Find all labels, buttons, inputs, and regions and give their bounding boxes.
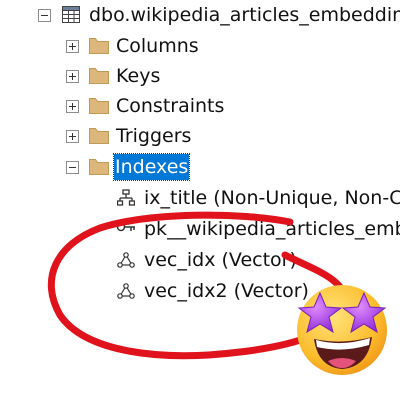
tree-node-index-vec-idx2[interactable]: vec_idx2 (Vector) bbox=[0, 276, 400, 306]
table-node-label[interactable]: dbo.wikipedia_articles_embeddings bbox=[88, 2, 400, 28]
expand-toggle-columns[interactable] bbox=[66, 40, 79, 53]
folder-label-triggers[interactable]: Triggers bbox=[115, 123, 192, 149]
tree-node-table[interactable]: dbo.wikipedia_articles_embeddings bbox=[0, 0, 400, 30]
table-icon bbox=[62, 6, 80, 23]
folder-icon bbox=[89, 68, 109, 84]
index-label-vec-idx[interactable]: vec_idx (Vector) bbox=[143, 247, 298, 273]
tree-node-index-pk[interactable]: pk__wikipedia_articles_embeddings bbox=[0, 214, 400, 244]
folder-icon bbox=[89, 128, 109, 144]
tree-node-indexes[interactable]: Indexes bbox=[0, 152, 400, 182]
folder-icon bbox=[89, 159, 109, 175]
index-icon bbox=[117, 189, 135, 206]
primary-key-icon bbox=[116, 222, 135, 232]
folder-icon bbox=[89, 38, 109, 54]
folder-label-keys[interactable]: Keys bbox=[115, 63, 161, 89]
folder-label-columns[interactable]: Columns bbox=[115, 33, 200, 59]
vector-index-icon bbox=[117, 252, 135, 268]
tree-node-index-vec-idx[interactable]: vec_idx (Vector) bbox=[0, 245, 400, 275]
folder-label-indexes[interactable]: Indexes bbox=[112, 153, 191, 181]
tree-node-triggers[interactable]: Triggers bbox=[0, 121, 400, 151]
collapse-toggle-indexes[interactable] bbox=[66, 161, 79, 174]
expand-toggle-triggers[interactable] bbox=[66, 130, 79, 143]
index-label-vec-idx2[interactable]: vec_idx2 (Vector) bbox=[143, 278, 310, 304]
tree-node-index-ix-title[interactable]: ix_title (Non-Unique, Non-Clustered) bbox=[0, 183, 400, 213]
vector-index-icon bbox=[117, 283, 135, 299]
expand-toggle-constraints[interactable] bbox=[66, 100, 79, 113]
tree-node-constraints[interactable]: Constraints bbox=[0, 91, 400, 121]
tree-node-columns[interactable]: Columns bbox=[0, 31, 400, 61]
index-label-ix-title[interactable]: ix_title (Non-Unique, Non-Clustered) bbox=[143, 185, 400, 211]
expand-toggle-keys[interactable] bbox=[66, 70, 79, 83]
collapse-toggle-table[interactable] bbox=[38, 9, 51, 22]
folder-label-constraints[interactable]: Constraints bbox=[115, 93, 225, 119]
index-label-pk[interactable]: pk__wikipedia_articles_embeddings bbox=[143, 216, 400, 242]
object-explorer-tree: dbo.wikipedia_articles_embeddings Column… bbox=[0, 0, 400, 400]
tree-node-keys[interactable]: Keys bbox=[0, 61, 400, 91]
folder-icon bbox=[89, 98, 109, 114]
